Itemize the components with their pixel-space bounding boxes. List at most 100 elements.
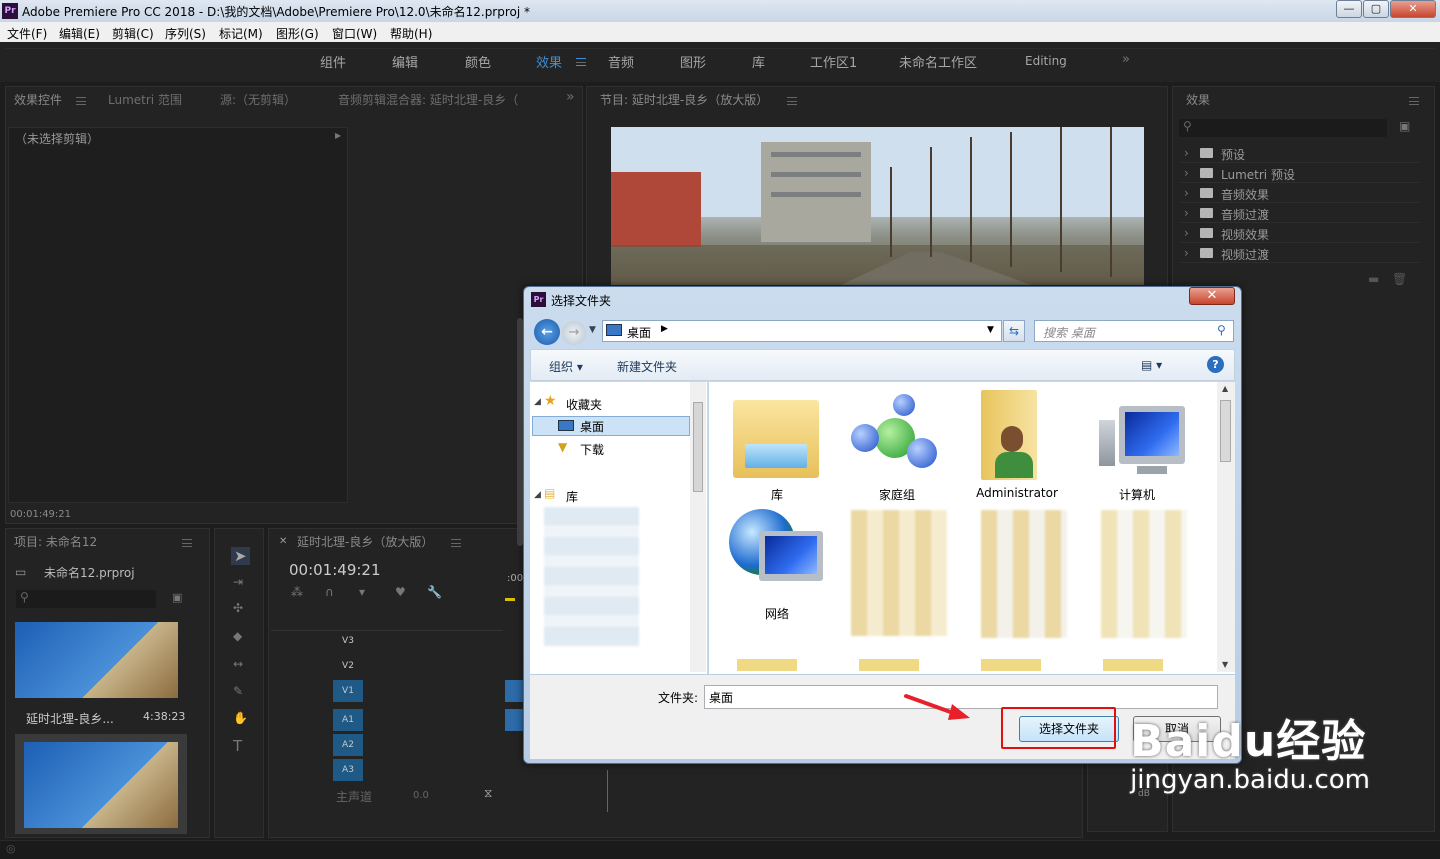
- help-icon[interactable]: ?: [1207, 356, 1224, 373]
- timeline-timecode[interactable]: 00:01:49:21: [289, 561, 381, 579]
- network-icon[interactable]: [729, 509, 825, 593]
- panel-menu-icon[interactable]: [76, 97, 86, 105]
- content-scrollbar[interactable]: ▲ ▼: [1217, 382, 1235, 672]
- workspace-overflow-icon[interactable]: »: [1122, 52, 1130, 67]
- computer-label[interactable]: 计算机: [1077, 486, 1197, 503]
- linked-selection-icon[interactable]: ∩: [325, 585, 334, 599]
- network-label[interactable]: 网络: [717, 605, 837, 622]
- collapse-favorites-icon[interactable]: ◢: [534, 397, 541, 407]
- new-folder-button[interactable]: 新建文件夹: [617, 358, 677, 375]
- new-bin-icon[interactable]: ▣: [1399, 119, 1410, 133]
- workspace-color[interactable]: 颜色: [465, 52, 491, 71]
- refresh-icon[interactable]: ⇆: [1003, 320, 1025, 342]
- menu-help[interactable]: 帮助(H): [390, 25, 432, 42]
- master-toggle-icon[interactable]: ⧖: [484, 786, 492, 801]
- sequence-tab[interactable]: 延时北理-良乡（放大版）: [297, 533, 433, 550]
- menu-file[interactable]: 文件(F): [7, 25, 47, 42]
- workspace-graphics[interactable]: 图形: [680, 52, 706, 71]
- effects-item-lumetri-presets[interactable]: › Lumetri 预设: [1180, 163, 1420, 183]
- menu-sequence[interactable]: 序列(S): [165, 25, 206, 42]
- library-label[interactable]: 库: [717, 486, 837, 503]
- clip-thumbnail[interactable]: [15, 622, 178, 698]
- workspace-audio[interactable]: 音频: [608, 52, 634, 71]
- homegroup-label[interactable]: 家庭组: [837, 486, 957, 503]
- tab-source[interactable]: 源:（无剪辑）: [220, 91, 296, 108]
- nav-desktop[interactable]: 桌面: [580, 418, 604, 435]
- close-button[interactable]: ✕: [1390, 0, 1436, 18]
- workspace-editing[interactable]: Editing: [1025, 54, 1067, 68]
- tab-lumetri-scopes[interactable]: Lumetri 范围: [108, 91, 182, 108]
- nav-downloads[interactable]: 下载: [580, 441, 604, 458]
- recent-dropdown-icon[interactable]: ▼: [589, 325, 596, 335]
- workspace-libraries[interactable]: 库: [752, 52, 765, 71]
- v1-clip[interactable]: [505, 680, 525, 702]
- blurred-folder-2[interactable]: [981, 510, 1067, 638]
- close-sequence-icon[interactable]: ✕: [279, 536, 287, 547]
- workspace-menu-icon[interactable]: [576, 58, 586, 66]
- effects-item-video-effects[interactable]: › 视频效果: [1180, 223, 1420, 243]
- pen-icon[interactable]: ✎: [233, 684, 243, 698]
- expand-arrow-icon[interactable]: ▶: [335, 131, 341, 140]
- workspace-effects[interactable]: 效果: [536, 52, 562, 71]
- computer-icon[interactable]: [1099, 406, 1189, 480]
- razor-icon[interactable]: ◆: [233, 629, 242, 643]
- new-folder-icon[interactable]: ▬: [1368, 272, 1379, 286]
- search-icon[interactable]: ⚲: [1217, 323, 1226, 337]
- organize-button[interactable]: 组织 ▾: [549, 358, 583, 375]
- menu-graphics[interactable]: 图形(G): [276, 25, 319, 42]
- crumb-chevron-icon[interactable]: ▶: [661, 324, 668, 334]
- track-select-icon[interactable]: ⇥: [233, 575, 243, 589]
- back-icon[interactable]: ←: [534, 319, 560, 345]
- menu-window[interactable]: 窗口(W): [332, 25, 377, 42]
- sequence-item[interactable]: [15, 734, 187, 834]
- menu-marker[interactable]: 标记(M): [219, 25, 263, 42]
- effects-item-audio-transitions[interactable]: › 音频过渡: [1180, 203, 1420, 223]
- menu-clip[interactable]: 剪辑(C): [112, 25, 154, 42]
- blurred-folder-3[interactable]: [1101, 510, 1187, 638]
- panel-overflow-icon[interactable]: »: [566, 89, 575, 105]
- homegroup-icon[interactable]: [849, 394, 943, 480]
- address-dropdown-icon[interactable]: ▼: [987, 325, 994, 335]
- address-crumb-desktop[interactable]: 桌面: [627, 324, 651, 341]
- effects-item-presets[interactable]: › 预设: [1180, 143, 1420, 163]
- selection-tool-icon[interactable]: ➤: [231, 547, 250, 565]
- collapse-libraries-icon[interactable]: ◢: [534, 490, 541, 500]
- hand-icon[interactable]: ✋: [233, 711, 248, 725]
- clip-name[interactable]: 延时北理-良乡...: [26, 710, 114, 727]
- tab-effect-controls[interactable]: 效果控件: [14, 91, 62, 108]
- nav-item-desktop-selected[interactable]: [532, 416, 690, 436]
- effects-item-video-transitions[interactable]: › 视频过渡: [1180, 243, 1420, 263]
- playhead[interactable]: [607, 770, 608, 812]
- workspace-untitled[interactable]: 未命名工作区: [899, 52, 977, 71]
- forward-icon[interactable]: →: [562, 321, 586, 345]
- effects-item-audio-effects[interactable]: › 音频效果: [1180, 183, 1420, 203]
- project-search-input[interactable]: ⚲: [16, 590, 156, 608]
- menu-edit[interactable]: 编辑(E): [59, 25, 100, 42]
- snap-icon[interactable]: ⁂: [291, 585, 303, 599]
- library-icon[interactable]: [733, 392, 819, 480]
- ripple-edit-icon[interactable]: ✣: [233, 601, 243, 615]
- program-monitor-title[interactable]: 节目: 延时北理-良乡（放大版）: [600, 91, 768, 108]
- user-folder-icon[interactable]: [981, 390, 1041, 480]
- administrator-label[interactable]: Administrator: [957, 486, 1077, 500]
- effects-search-input[interactable]: ⚲: [1179, 119, 1387, 137]
- maximize-button[interactable]: ▢: [1363, 0, 1389, 18]
- nav-favorites[interactable]: 收藏夹: [566, 396, 602, 413]
- trash-icon[interactable]: 🗑: [1392, 272, 1407, 286]
- nav-libraries[interactable]: 库: [566, 488, 578, 505]
- workspace-1[interactable]: 工作区1: [810, 52, 857, 71]
- blurred-folder-1[interactable]: [851, 510, 947, 636]
- slip-icon[interactable]: ↔: [233, 657, 243, 671]
- effects-menu-icon[interactable]: [1409, 97, 1419, 105]
- search-input[interactable]: 搜索 桌面 ⚲: [1034, 320, 1234, 342]
- wrench-icon[interactable]: 🔧: [427, 585, 442, 599]
- marker-icon[interactable]: ♥: [395, 585, 406, 599]
- tab-audio-clip-mixer[interactable]: 音频剪辑混合器: 延时北理-良乡（: [338, 91, 518, 108]
- add-marker-icon[interactable]: ▾: [359, 585, 365, 599]
- workspace-assembly[interactable]: 组件: [320, 52, 346, 71]
- timeline-menu-icon[interactable]: [451, 539, 461, 547]
- address-bar[interactable]: 桌面 ▶ ▼: [602, 320, 1002, 342]
- project-menu-icon[interactable]: [182, 539, 192, 547]
- dialog-close-button[interactable]: ✕: [1189, 287, 1235, 305]
- a1-clip[interactable]: [505, 709, 525, 731]
